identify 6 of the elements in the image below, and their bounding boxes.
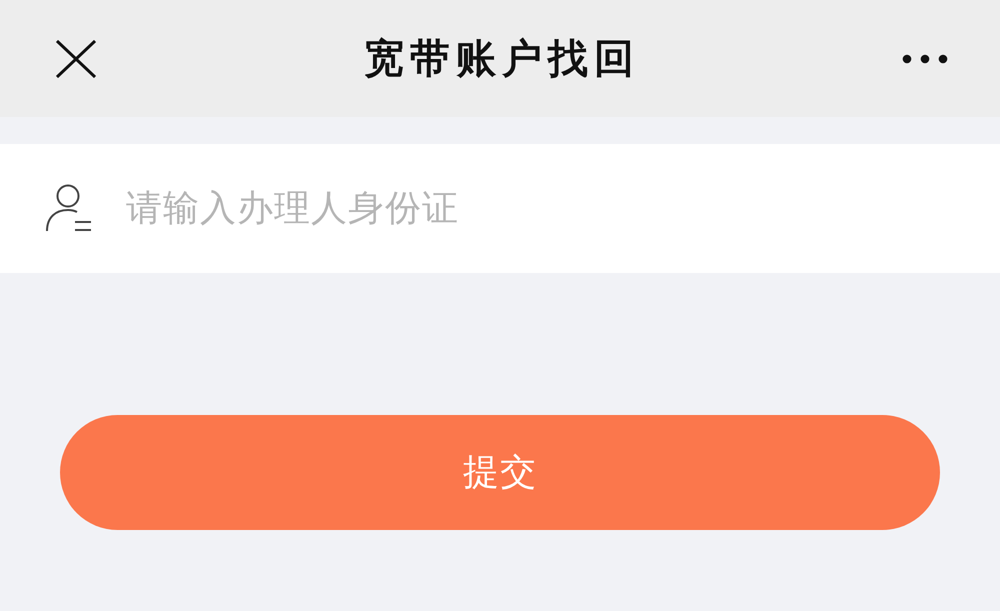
close-icon[interactable] (56, 40, 96, 78)
submit-button[interactable]: 提交 (60, 415, 940, 530)
more-icon[interactable] (902, 54, 948, 64)
user-icon (46, 184, 92, 232)
id-number-field[interactable]: 请输入办理人身份证 (0, 144, 1000, 273)
page-title: 宽带账户找回 (363, 38, 640, 78)
